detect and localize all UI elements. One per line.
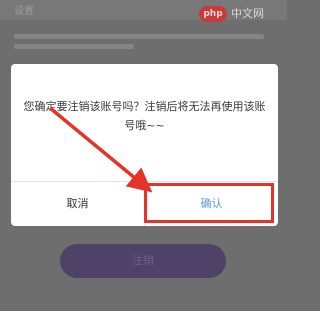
annotation-arrow-icon — [48, 106, 153, 193]
